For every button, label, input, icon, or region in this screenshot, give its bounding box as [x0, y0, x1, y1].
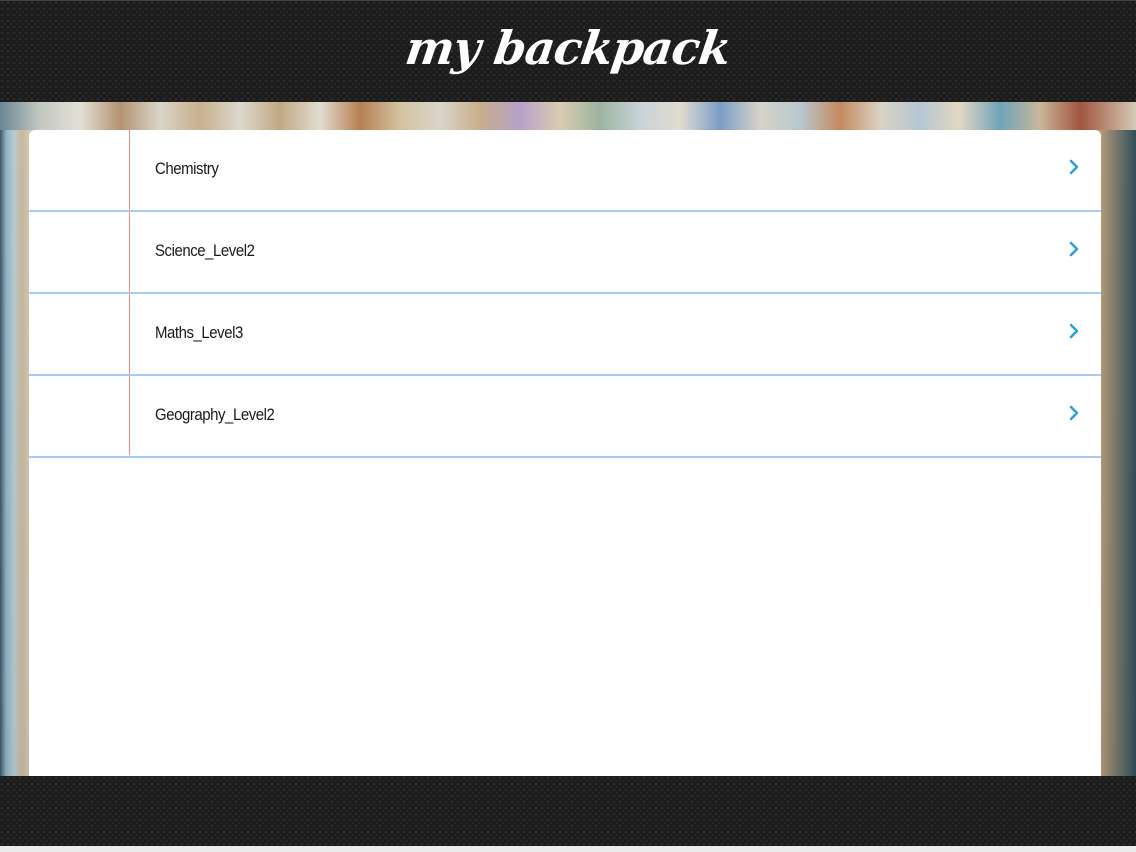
notebook-panel: Chemistry Science_Level2 Maths_Level3 Ge… — [29, 130, 1101, 776]
list-item-science-level2[interactable]: Science_Level2 — [29, 212, 1101, 294]
list-item-maths-level3[interactable]: Maths_Level3 — [29, 294, 1101, 376]
bottom-edge — [0, 846, 1136, 852]
bottom-toolbar — [0, 776, 1136, 846]
bookshelf-background-top — [0, 102, 1136, 130]
list-item-label: Science_Level2 — [155, 241, 255, 260]
chevron-right-icon — [1069, 241, 1079, 257]
list-item-label: Maths_Level3 — [155, 323, 243, 342]
list-item-geography-level2[interactable]: Geography_Level2 — [29, 376, 1101, 458]
list-item-label: Geography_Level2 — [155, 405, 275, 424]
subject-list: Chemistry Science_Level2 Maths_Level3 Ge… — [29, 130, 1101, 458]
list-item-label: Chemistry — [155, 159, 219, 178]
chevron-right-icon — [1069, 159, 1079, 175]
list-item-chemistry[interactable]: Chemistry — [29, 130, 1101, 212]
chevron-right-icon — [1069, 323, 1079, 339]
app-title: my backpack — [402, 21, 734, 75]
chevron-right-icon — [1069, 405, 1079, 421]
top-navigation-bar: my backpack — [0, 0, 1136, 102]
